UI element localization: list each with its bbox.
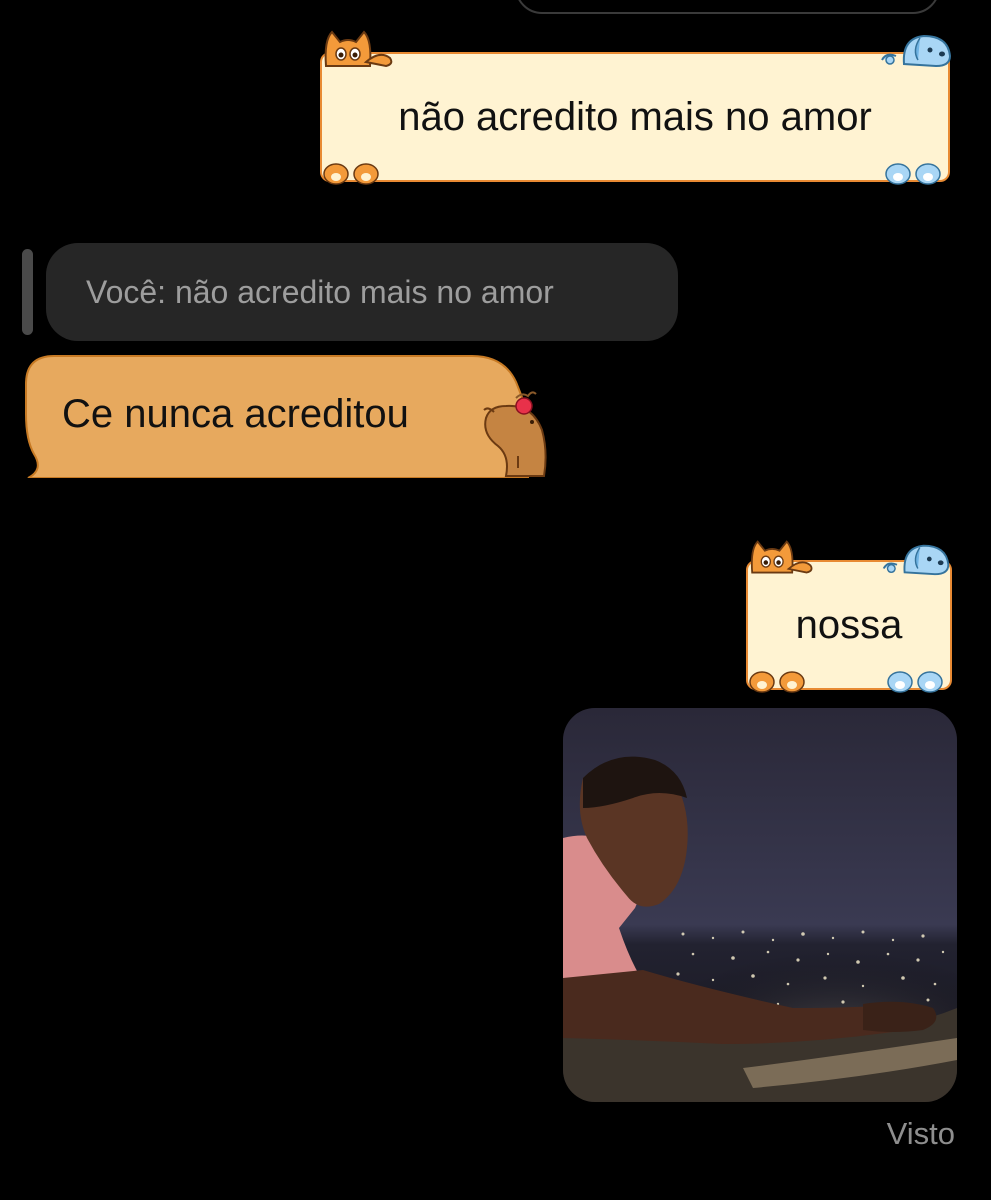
dog-icon (882, 544, 950, 576)
reply-preview-bubble[interactable]: Você: não acredito mais no amor (46, 243, 678, 341)
received-message-text: Ce nunca acreditou (62, 392, 409, 436)
sent-image-message[interactable] (563, 708, 957, 1102)
sent-message-1[interactable]: não acredito mais no amor (312, 28, 958, 188)
previous-message-bubble (515, 0, 940, 14)
dog-icon (881, 34, 952, 68)
reply-preview-text: Você: não acredito mais no amor (86, 273, 554, 310)
paw-icon (749, 671, 805, 693)
paw-icon (887, 671, 943, 693)
reply-indicator-bar (22, 249, 33, 335)
sent-message-text: nossa (795, 602, 903, 647)
capybara-icon (483, 391, 547, 477)
paw-icon (885, 163, 941, 185)
paw-icon (323, 163, 379, 185)
sent-message-text: não acredito mais no amor (398, 94, 872, 139)
sent-message-bubble[interactable]: não acredito mais no amor (320, 52, 950, 182)
seen-status-label: Visto (886, 1116, 955, 1151)
cat-icon (324, 30, 393, 68)
photo-man-overlooking-city-lights (563, 708, 957, 1102)
cat-icon (750, 540, 813, 574)
sent-message-2[interactable]: nossa (740, 538, 958, 694)
